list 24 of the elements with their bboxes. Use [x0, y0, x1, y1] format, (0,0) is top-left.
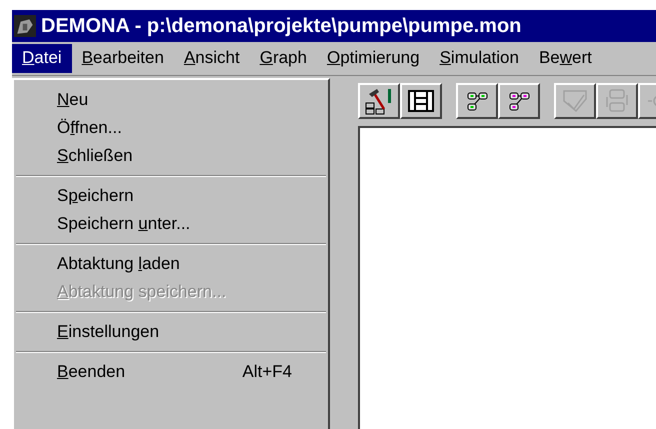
menu-item[interactable]: Abtaktung laden [14, 250, 328, 278]
toolbar-button[interactable] [498, 83, 540, 119]
menu-bar-item[interactable]: Graph [250, 44, 317, 73]
window-title: DEMONA - p:\demona\projekte\pumpe\pumpe.mon [41, 14, 522, 38]
menu-item[interactable]: Speichern [14, 182, 328, 210]
menu-item[interactable]: Beenden Alt+F4 [14, 358, 328, 386]
toolbar-button[interactable] [456, 83, 498, 119]
menu-item[interactable]: Neu [14, 86, 328, 114]
app-icon [14, 15, 36, 37]
toolbar-button[interactable] [358, 83, 400, 119]
menu-bar-item[interactable]: Datei [12, 44, 72, 73]
menu-item[interactable]: Speichern unter... [14, 210, 328, 238]
hammer-icon [364, 87, 394, 115]
toolbar-button[interactable] [400, 83, 442, 119]
menu-item[interactable]: Schließen [14, 142, 328, 170]
table-icon [406, 87, 436, 115]
shortcut-label: Alt+F4 [242, 362, 292, 382]
menu-item[interactable]: Einstellungen [14, 318, 328, 346]
menu-bar-item[interactable]: Bearbeiten [72, 44, 174, 73]
menu-bar-item[interactable]: Ansicht [174, 44, 250, 73]
menu-bar-item[interactable]: Optimierung [316, 44, 430, 73]
menu-bar-item[interactable]: Bewert [528, 44, 602, 73]
menu-bar-item[interactable]: Simulation [430, 44, 529, 73]
menu-item[interactable]: Öffnen... [14, 114, 328, 142]
